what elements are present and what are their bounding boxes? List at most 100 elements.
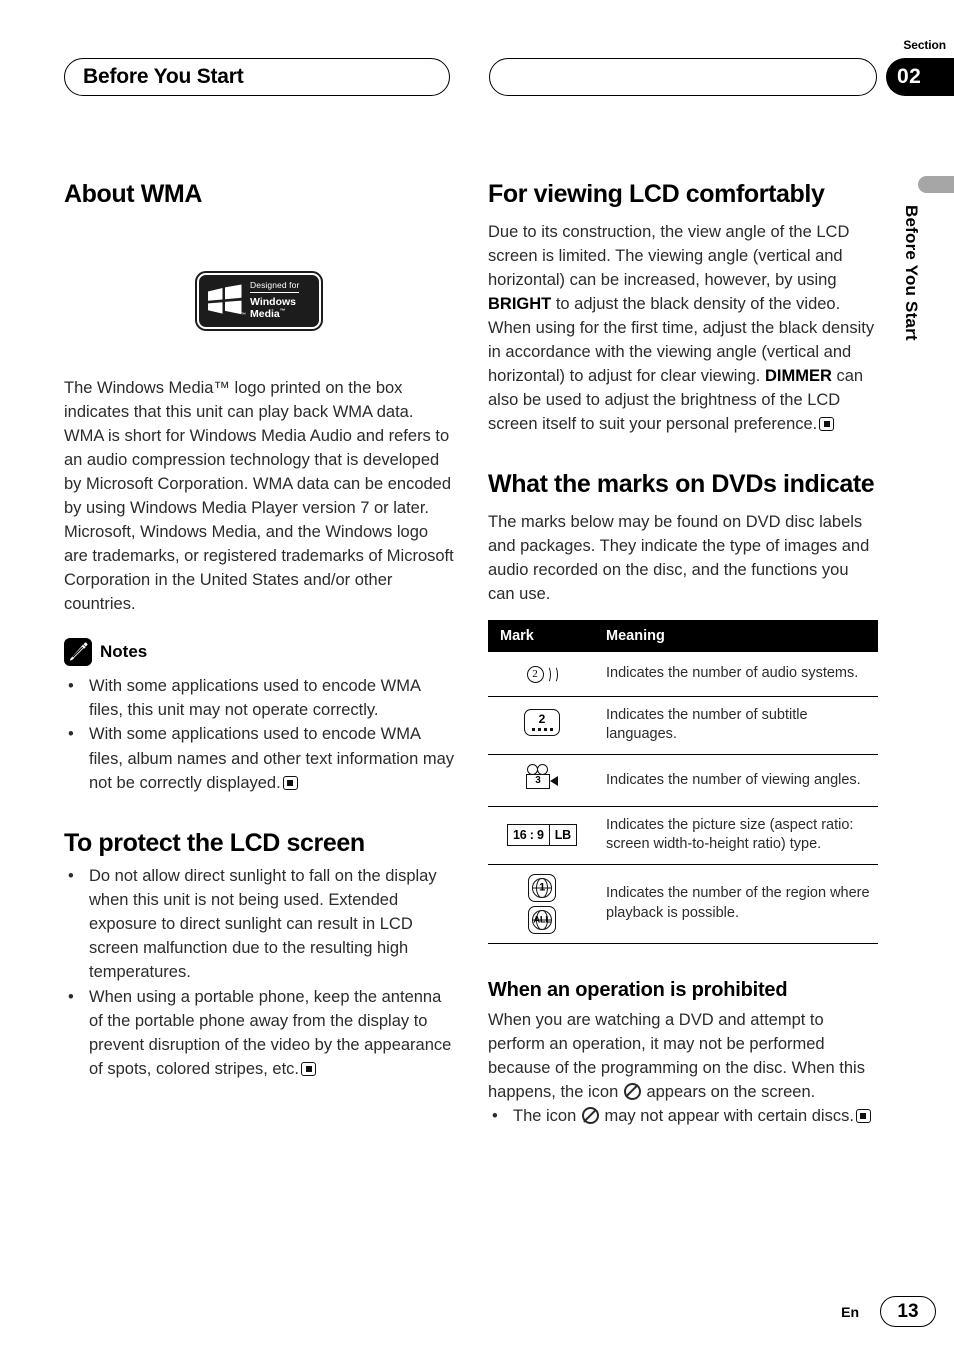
sound-wave-icon [551,665,558,683]
mark-cell-angle: 3 [488,754,596,807]
meaning-cell-audio: Indicates the number of audio systems. [596,652,878,698]
prohibited-list: The icon may not appear with certain dis… [488,1104,878,1128]
table-header: Mark Meaning [488,620,878,653]
breadcrumb-label: Before You Start [83,65,244,88]
side-tab-marker [918,176,954,193]
list-item: Do not allow direct sunlight to fall on … [64,864,454,984]
logo-designed-for: Designed for [250,280,300,293]
meaning-cell-subtitle: Indicates the number of subtitle languag… [596,696,878,755]
viewing-text-1: Due to its construction, the view angle … [488,222,850,289]
page-title-about-wma: About WMA [64,180,203,208]
logo-line-windows: Windows [250,295,296,308]
table-row: 1 ALL Indicates the number of the region… [488,864,878,944]
page-footer: En 13 [0,1296,954,1330]
wma-paragraph-3: Microsoft, Windows Media, and the Window… [64,522,454,614]
left-column: About WMA ™ Designed for Windows Media™ [64,180,454,1081]
pencil-note-icon-svg [69,642,88,661]
logo-line-media: Media™ [250,308,286,320]
page-title-protect-lcd: To protect the LCD screen [64,828,365,857]
viewing-angles-icon: 3 [524,763,560,792]
note-text-1: With some applications used to encode WM… [89,677,421,720]
table-row: 3 Indicates the number of viewing angles… [488,754,878,807]
globe-icon: ALL [528,905,556,934]
aspect-ratio-icon: 16 : 9 LB [506,824,578,847]
page-header: Before You Start Section 02 [0,0,954,112]
windows-flag-icon: ™ [205,284,246,318]
prohibited-icon [623,1082,641,1100]
notes-header: Notes [64,638,454,667]
page-number-badge: 13 [880,1296,936,1327]
windows-media-logo: ™ Designed for Windows Media™ [195,270,323,331]
column-header-meaning: Meaning [596,620,878,653]
globe-icon: 1 [528,873,556,902]
prohibited-bullet-text-1: The icon [513,1107,581,1126]
prohibited-bullet-text-2: may not appear with certain discs. [599,1107,854,1126]
region-all-label: ALL [533,913,551,925]
column-header-mark: Mark [488,620,596,653]
list-item: The icon may not appear with certain dis… [488,1104,878,1128]
language-code: En [841,1304,859,1320]
windows-media-logo-text: Designed for Windows Media™ [250,280,300,321]
end-of-section-marker [855,1109,871,1124]
prohibited-text-2: appears on the screen. [641,1082,816,1101]
section-number-badge: 02 [886,58,954,96]
wma-paragraph-1: The Windows Media™ logo printed on the b… [64,378,414,421]
end-of-section-marker [301,1061,317,1076]
notes-label: Notes [100,642,148,662]
side-chapter-label: Before You Start [898,205,924,425]
aspect-ratio-label: 16 : 9 [512,828,544,843]
end-of-section-marker [819,417,835,432]
page-title-prohibited: When an operation is prohibited [488,978,788,1001]
protect-lcd-list: Do not allow direct sunlight to fall on … [64,864,454,1081]
list-item: With some applications used to encode WM… [64,674,454,722]
region-number-label: 1 [539,881,545,894]
keyword-bright: BRIGHT [488,294,552,313]
logo-windows-media: Windows Media™ [250,293,299,321]
letterbox-label: LB [548,825,576,846]
windows-flag-svg [208,284,242,314]
right-column: For viewing LCD comfortably Due to its c… [488,180,878,1128]
audio-systems-icon: 2 [526,661,558,687]
side-chapter-label-text: Before You Start [902,205,921,341]
meaning-cell-region: Indicates the number of the region where… [596,864,878,944]
table-header-row: Mark Meaning [488,620,878,653]
keyword-dimmer: DIMMER [764,366,832,385]
camera-lens-icon [550,775,558,786]
mark-cell-region: 1 ALL [488,864,596,944]
list-item: When using a portable phone, keep the an… [64,985,454,1081]
table-row: 2 Indicates the number of audio systems. [488,652,878,698]
mark-cell-aspect: 16 : 9 LB [488,806,596,865]
breadcrumb: Before You Start [64,58,450,96]
audio-count-label: 2 [526,665,544,683]
protect-bullet-2: When using a portable phone, keep the an… [89,987,452,1078]
subtitle-count-label: 2 [538,712,546,727]
list-item: With some applications used to encode WM… [64,722,454,794]
dvd-marks-table: Mark Meaning 2 Indicates the number of a… [488,620,878,944]
wma-paragraph-2: WMA is short for Windows Media Audio and… [64,426,452,517]
breadcrumb-secondary [489,58,877,96]
table-row: 16 : 9 LB Indicates the picture size (as… [488,806,878,865]
region-code-icon: 1 ALL [528,873,556,934]
end-of-section-marker [282,775,298,790]
page-title-dvd-marks: What the marks on DVDs indicate [488,470,875,499]
meaning-cell-aspect: Indicates the picture size (aspect ratio… [596,806,878,865]
subtitle-languages-icon: 2 [524,709,560,737]
wma-notes-list: With some applications used to encode WM… [64,674,454,794]
flag-trademark-mark: ™ [241,311,246,318]
wma-logo-container: ™ Designed for Windows Media™ [64,226,454,376]
section-label: Section [903,38,946,52]
dvd-marks-intro: The marks below may be found on DVD disc… [488,512,870,603]
meaning-cell-angle: Indicates the number of viewing angles. [596,754,878,807]
mark-cell-audio: 2 [488,652,596,698]
prohibited-icon [581,1107,599,1125]
prohibited-paragraph: When you are watching a DVD and attempt … [488,1008,878,1104]
viewing-lcd-paragraph: Due to its construction, the view angle … [488,220,878,437]
page-title-viewing-lcd: For viewing LCD comfortably [488,180,825,208]
protect-bullet-1: Do not allow direct sunlight to fall on … [89,867,437,982]
pencil-note-icon [64,638,92,667]
sound-wave-icon [544,665,551,683]
table-body: 2 Indicates the number of audio systems.… [488,652,878,944]
subtitle-dots-icon [525,728,559,732]
table-row: 2 Indicates the number of subtitle langu… [488,696,878,755]
note-text-2: With some applications used to encode WM… [89,725,455,792]
